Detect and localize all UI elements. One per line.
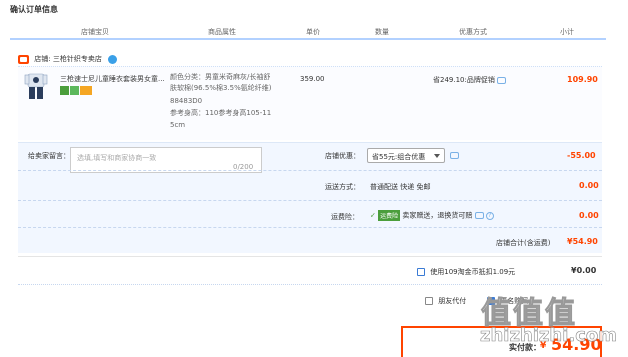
friend-pay-checkbox[interactable] [425, 297, 433, 305]
check-icon: ✓ [370, 211, 376, 220]
coupon-checkbox[interactable] [417, 268, 425, 276]
product-name-link[interactable]: 三枪速士尼儿童睡衣套装男女童... [60, 74, 165, 84]
page-title: 确认订单信息 [10, 5, 58, 14]
friend-pay-option[interactable]: 朋友代付 [425, 296, 466, 306]
chat-wangwang-icon[interactable] [108, 54, 118, 64]
item-subtotal: 109.90 [567, 75, 598, 84]
insurance-chat-icon[interactable] [474, 212, 484, 219]
divider [18, 256, 602, 257]
item-attr-color: 颜色分类：男童米奇麻灰/长袖舒 [170, 73, 271, 81]
divider [18, 200, 602, 201]
item-discount-text: 省249.10:品牌促销 [433, 76, 495, 84]
shipping-label: 运送方式： [325, 183, 360, 191]
discount-help-icon[interactable] [450, 152, 459, 159]
credit-card-icon[interactable] [80, 86, 92, 95]
shipping-method: 普通配送 快递 免邮 [370, 183, 431, 191]
shop-icon [18, 54, 29, 64]
col-unit-price: 单价 [306, 28, 320, 36]
shop-total-value: ¥54.90 [567, 237, 598, 246]
chevron-down-icon [434, 154, 440, 158]
discount-info-icon[interactable] [497, 76, 507, 84]
seven-day-return-icon[interactable] [60, 86, 69, 95]
order-table-header: 店铺宝贝 商品属性 单价 数量 优惠方式 小计 [10, 20, 606, 40]
shop-row: 店铺: 三枪针织专卖店 [18, 54, 118, 64]
friend-pay-label: 朋友代付 [438, 297, 467, 305]
shop-label: 店铺: [34, 55, 51, 63]
insurance-label: 运费险： [331, 213, 359, 221]
insurance-value: 0.00 [579, 211, 599, 220]
memo-placeholder: 选填,填写和商家协商一致 [77, 154, 157, 162]
product-thumbnail[interactable] [24, 72, 48, 100]
watermark-url: zhizhizhi.com [480, 325, 618, 347]
item-attr-height: 参考身高：110参考身高105-11 [170, 109, 272, 117]
coupon-value: ¥0.00 [571, 266, 597, 275]
col-shop-item: 店铺宝贝 [81, 28, 109, 36]
service-badges [60, 86, 93, 95]
divider [18, 227, 602, 228]
col-quantity: 数量 [375, 28, 389, 36]
shop-name-link[interactable]: 三枪针织专卖店 [53, 55, 102, 63]
item-attr-color-2: 肤软棉(96.5%棉3.5%氨纶纤维) [170, 84, 272, 92]
col-subtotal: 小计 [560, 28, 574, 36]
shop-discount-selected: 省55元:组合优惠 [372, 153, 426, 161]
coupon-row[interactable]: 使用109淘金币抵扣1.09元 [417, 267, 515, 277]
shop-discount-select[interactable]: 省55元:组合优惠 [367, 148, 445, 163]
item-unit-price: 359.00 [300, 75, 325, 83]
divider [18, 284, 602, 285]
memo-label: 给卖家留言： [28, 152, 70, 160]
divider [18, 170, 602, 171]
col-discount: 优惠方式 [459, 28, 487, 36]
insurance-text: 卖家赠送，退换货可赔 [402, 211, 473, 220]
insurance-row: ✓ 运费险 卖家赠送，退换货可赔 ? [370, 210, 494, 221]
guarantee-icon[interactable] [70, 86, 79, 95]
help-icon[interactable]: ? [485, 211, 494, 220]
shop-discount-label: 店铺优惠： [325, 152, 360, 160]
item-discount: 省249.10:品牌促销 [433, 75, 507, 85]
coupon-label: 使用109淘金币抵扣1.09元 [430, 268, 516, 276]
col-attributes: 商品属性 [208, 28, 236, 36]
item-attr-code: 88483D0 [170, 97, 203, 105]
shop-discount-value: -55.00 [567, 151, 596, 160]
insurance-tag: 运费险 [378, 210, 401, 221]
shipping-value: 0.00 [579, 181, 599, 190]
item-attr-height-2: 5cm [170, 121, 186, 129]
shop-total-label: 店铺合计(含运费) [496, 239, 551, 247]
